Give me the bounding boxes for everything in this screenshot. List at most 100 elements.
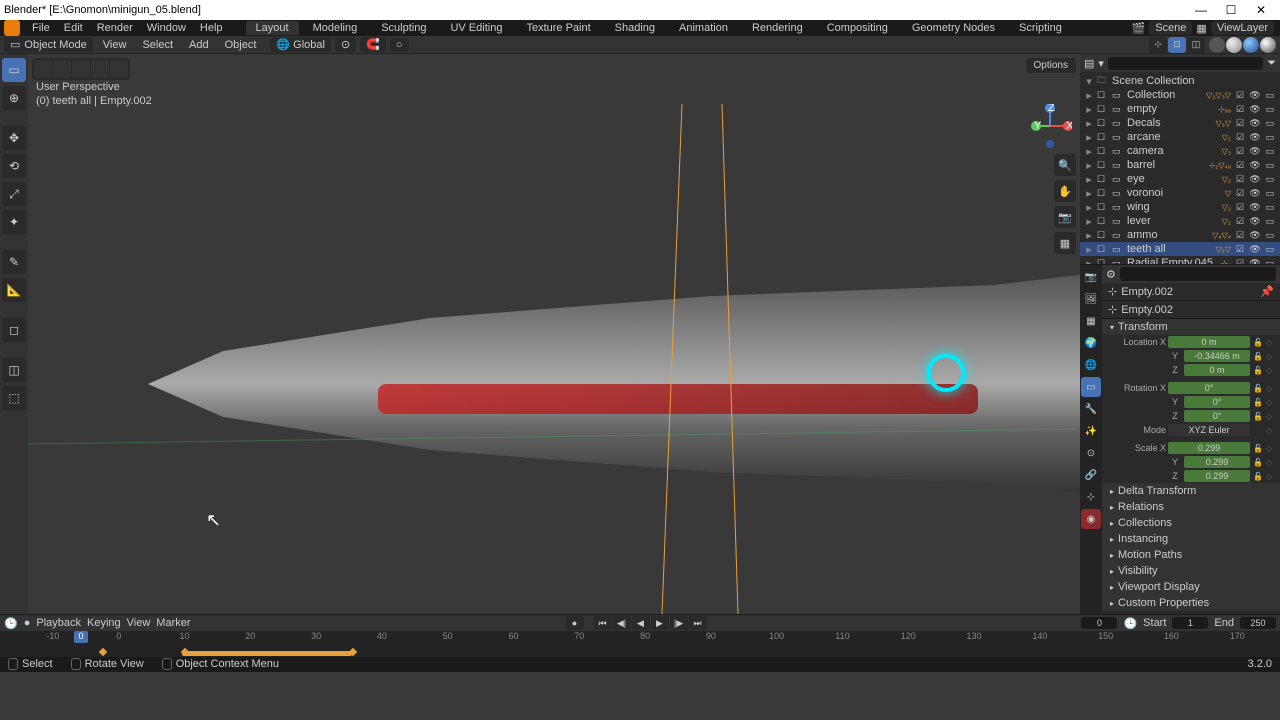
maximize-button[interactable]: ☐	[1216, 1, 1246, 19]
outliner-item[interactable]: ▸☐▭arcane▽₂☑👁▭	[1080, 130, 1280, 144]
editor-type-selector[interactable]	[32, 58, 130, 80]
panel-header[interactable]: ▸Visibility	[1102, 563, 1280, 579]
jump-end[interactable]: ⏭	[689, 616, 707, 630]
outliner-item[interactable]: ▸☐▭camera▽₃☑👁▭	[1080, 144, 1280, 158]
overlay-toggle[interactable]: ⊡	[1168, 37, 1186, 53]
panel-header[interactable]: ▸Custom Properties	[1102, 595, 1280, 611]
tab-scripting[interactable]: Scripting	[1009, 21, 1072, 35]
panel-header[interactable]: ▸Relations	[1102, 499, 1280, 515]
wireframe-shading[interactable]	[1209, 37, 1225, 53]
panel-header[interactable]: ▸Motion Paths	[1102, 547, 1280, 563]
lock-icon[interactable]: 🔓	[1252, 338, 1264, 347]
timeline-icon[interactable]: 🕒	[4, 617, 18, 630]
display-mode-icon[interactable]: ▾	[1098, 57, 1104, 70]
tab-modeling[interactable]: Modeling	[303, 21, 368, 35]
jump-start[interactable]: ⏮	[594, 616, 612, 630]
select-tool[interactable]: ▭	[2, 58, 26, 82]
modifier-tab-icon[interactable]: 🔧	[1081, 399, 1101, 419]
outliner-tree[interactable]: ▾🗀 Scene Collection ▸☐▭Collection▽₂▽₃▽☑👁…	[1080, 72, 1280, 264]
outliner-item[interactable]: ▸☐▭Radial Empty.045⊹₄☑👁▭	[1080, 256, 1280, 264]
move-tool[interactable]: ✥	[2, 126, 26, 150]
interaction-mode[interactable]: ▭ Object Mode	[4, 37, 93, 52]
solid-shading[interactable]	[1226, 37, 1242, 53]
physics-tab-icon[interactable]: ⊙	[1081, 443, 1101, 463]
xray-toggle[interactable]: ◫	[1187, 37, 1205, 53]
gizmo-toggle[interactable]: ⊹	[1149, 37, 1167, 53]
location-z[interactable]: 0 m	[1184, 364, 1250, 376]
play-reverse[interactable]: ◀	[632, 616, 650, 630]
perspective-toggle-icon[interactable]: ▦	[1054, 232, 1076, 254]
camera-view-icon[interactable]: 📷	[1054, 206, 1076, 228]
menu-edit[interactable]: Edit	[58, 21, 89, 35]
timeline-marker[interactable]: Marker	[156, 617, 190, 629]
object-name[interactable]: Empty.002	[1121, 286, 1173, 298]
timeline-playback[interactable]: Playback	[36, 617, 81, 629]
end-frame[interactable]: 250	[1240, 617, 1276, 629]
viewport-menu-select[interactable]: Select	[136, 38, 179, 52]
tab-rendering[interactable]: Rendering	[742, 21, 813, 35]
close-button[interactable]: ✕	[1246, 1, 1276, 19]
panel-header[interactable]: ▸Instancing	[1102, 531, 1280, 547]
rendered-shading[interactable]	[1260, 37, 1276, 53]
outliner-search[interactable]	[1108, 57, 1263, 70]
viewlayer-tab-icon[interactable]: ▦	[1081, 311, 1101, 331]
pivot-point[interactable]: ⊙	[335, 37, 356, 52]
timeline-keying[interactable]: Keying	[87, 617, 121, 629]
autokey-toggle[interactable]: ●	[566, 616, 584, 630]
transform-tool[interactable]: ✦	[2, 210, 26, 234]
rotation-x[interactable]: 0°	[1168, 382, 1250, 394]
timeline-view[interactable]: View	[127, 617, 151, 629]
shear-tool[interactable]: ◫	[2, 358, 26, 382]
keyframe-next[interactable]: |▶	[670, 616, 688, 630]
menu-render[interactable]: Render	[91, 21, 139, 35]
render-tab-icon[interactable]: 📷	[1081, 267, 1101, 287]
viewport-menu-add[interactable]: Add	[183, 38, 215, 52]
outliner-item[interactable]: ▸☐▭barrel⊹₂▽₄₉☑👁▭	[1080, 158, 1280, 172]
outliner-item[interactable]: ▸☐▭teeth all▽₂▽☑👁▭	[1080, 242, 1280, 256]
transform-orientation[interactable]: 🌐 Global	[270, 37, 331, 52]
outliner-item[interactable]: ▸☐▭Collection▽₂▽₃▽☑👁▭	[1080, 88, 1280, 102]
properties-search[interactable]	[1120, 267, 1276, 281]
clock-icon[interactable]: 🕒	[1123, 617, 1137, 630]
outliner-item[interactable]: ▸☐▭lever▽₂☑👁▭	[1080, 214, 1280, 228]
cursor-tool[interactable]: ⊕	[2, 86, 26, 110]
world-tab-icon[interactable]: 🌐	[1081, 355, 1101, 375]
menu-file[interactable]: File	[26, 21, 56, 35]
scene-tab-icon[interactable]: 🌍	[1081, 333, 1101, 353]
timeline-track[interactable]: -100102030405060708090100110120130140150…	[0, 631, 1280, 657]
location-y[interactable]: -0.34466 m	[1184, 350, 1250, 362]
scale-x[interactable]: 0.299	[1168, 442, 1250, 454]
start-frame[interactable]: 1	[1172, 617, 1208, 629]
snap-toggle[interactable]: 🧲	[360, 37, 386, 52]
tab-geometry-nodes[interactable]: Geometry Nodes	[902, 21, 1005, 35]
annotate-tool[interactable]: ✎	[2, 250, 26, 274]
proportional-edit[interactable]: ○	[390, 38, 409, 52]
rotate-tool[interactable]: ⟲	[2, 154, 26, 178]
viewport-menu-object[interactable]: Object	[219, 38, 263, 52]
outliner-item[interactable]: ▸☐▭ammo▽₄▽₄☑👁▭	[1080, 228, 1280, 242]
scale-tool[interactable]: ⤢	[2, 182, 26, 206]
keyframe[interactable]	[99, 648, 107, 656]
playhead[interactable]: 0	[74, 631, 88, 643]
tab-animation[interactable]: Animation	[669, 21, 738, 35]
play[interactable]: ▶	[651, 616, 669, 630]
rotation-y[interactable]: 0°	[1184, 396, 1250, 408]
data-tab-icon[interactable]: ⊹	[1081, 487, 1101, 507]
zoom-icon[interactable]: 🔍	[1054, 154, 1076, 176]
output-tab-icon[interactable]: 🖼	[1081, 289, 1101, 309]
pin-icon[interactable]: 📌	[1260, 285, 1274, 298]
scene-selector[interactable]: Scene	[1149, 21, 1192, 35]
navigation-gizmo[interactable]: X Z Y	[1028, 104, 1072, 148]
minimize-button[interactable]: —	[1186, 1, 1216, 19]
outliner-item[interactable]: ▸☐▭wing▽₂☑👁▭	[1080, 200, 1280, 214]
particle-tab-icon[interactable]: ✨	[1081, 421, 1101, 441]
rotation-mode[interactable]: XYZ Euler	[1168, 424, 1250, 436]
autokey-icon[interactable]: ●	[24, 617, 31, 629]
filter-icon[interactable]: ⏷	[1267, 57, 1276, 70]
measure-tool[interactable]: 📐	[2, 278, 26, 302]
menu-help[interactable]: Help	[194, 21, 229, 35]
constraint-tab-icon[interactable]: 🔗	[1081, 465, 1101, 485]
3d-viewport[interactable]: User Perspective (0) teeth all | Empty.0…	[28, 54, 1080, 614]
outliner-item[interactable]: ▸☐▭Decals▽₃▽☑👁▭	[1080, 116, 1280, 130]
keyframe-prev[interactable]: ◀|	[613, 616, 631, 630]
